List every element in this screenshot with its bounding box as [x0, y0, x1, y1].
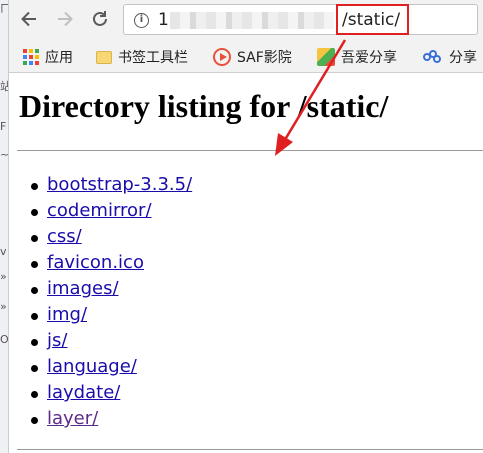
- list-item: laydate/: [30, 382, 192, 408]
- play-circle-icon: [213, 48, 231, 66]
- share-icon: [423, 50, 443, 64]
- divider-bottom: [17, 449, 483, 450]
- list-item: img/: [30, 304, 192, 330]
- directory-list: bootstrap-3.3.5/ codemirror/ css/ favico…: [30, 174, 192, 434]
- dir-link[interactable]: codemirror/: [47, 200, 152, 221]
- address-bar[interactable]: i 1 /static/: [123, 4, 478, 35]
- bookmark-label: 应用: [45, 50, 73, 66]
- dir-link[interactable]: language/: [47, 356, 137, 377]
- list-item: images/: [30, 278, 192, 304]
- forward-button[interactable]: [51, 5, 79, 33]
- url-host: 1: [158, 10, 169, 30]
- folder-icon: [96, 50, 112, 64]
- bookmark-label: SAF影院: [237, 50, 292, 66]
- dir-link[interactable]: images/: [47, 278, 119, 299]
- bookmark-52pojie[interactable]: 吾爱分享: [317, 46, 397, 68]
- dir-link[interactable]: layer/: [47, 408, 98, 429]
- bookmark-share[interactable]: 分享: [423, 46, 477, 68]
- url-path-highlight: /static/: [336, 4, 409, 35]
- divider-top: [17, 150, 483, 151]
- dir-link[interactable]: img/: [47, 304, 87, 325]
- list-item: js/: [30, 330, 192, 356]
- reload-button[interactable]: [86, 5, 114, 33]
- list-item: css/: [30, 226, 192, 252]
- site-favicon-icon: [317, 48, 335, 66]
- list-item: codemirror/: [30, 200, 192, 226]
- browser-toolbar: i 1 /static/: [9, 0, 483, 40]
- arrow-right-icon: [58, 11, 73, 27]
- background-window-edge: ㄇ 站 F ~ v » » O: [0, 0, 9, 453]
- bookmark-label: 吾爱分享: [341, 50, 397, 66]
- bookmark-label: 分享: [449, 50, 477, 66]
- page-content: Directory listing for /static/ bootstrap…: [9, 74, 483, 453]
- apps-grid-icon: [23, 49, 39, 65]
- site-info-icon[interactable]: i: [134, 13, 149, 28]
- url-path: /static/: [342, 10, 401, 30]
- dir-link[interactable]: bootstrap-3.3.5/: [47, 174, 192, 195]
- arrow-left-icon: [21, 11, 36, 27]
- file-link[interactable]: favicon.ico: [47, 252, 144, 273]
- dir-link[interactable]: js/: [47, 330, 67, 351]
- list-item: bootstrap-3.3.5/: [30, 174, 192, 200]
- page-title: Directory listing for /static/: [19, 88, 389, 124]
- list-item: language/: [30, 356, 192, 382]
- bookmark-saf[interactable]: SAF影院: [213, 46, 292, 68]
- bookmark-apps[interactable]: 应用: [23, 46, 73, 68]
- back-button[interactable]: [15, 5, 43, 33]
- reload-icon: [93, 11, 107, 26]
- bookmark-label: 书签工具栏: [118, 50, 188, 66]
- bookmarks-bar: 应用 书签工具栏 SAF影院 吾爱分享 分享: [9, 40, 483, 73]
- list-item: favicon.ico: [30, 252, 192, 278]
- redacted-url-segment: [170, 12, 334, 29]
- dir-link[interactable]: laydate/: [47, 382, 120, 403]
- bookmark-toolbar-folder[interactable]: 书签工具栏: [96, 46, 188, 68]
- dir-link[interactable]: css/: [47, 226, 82, 247]
- list-item: layer/: [30, 408, 192, 434]
